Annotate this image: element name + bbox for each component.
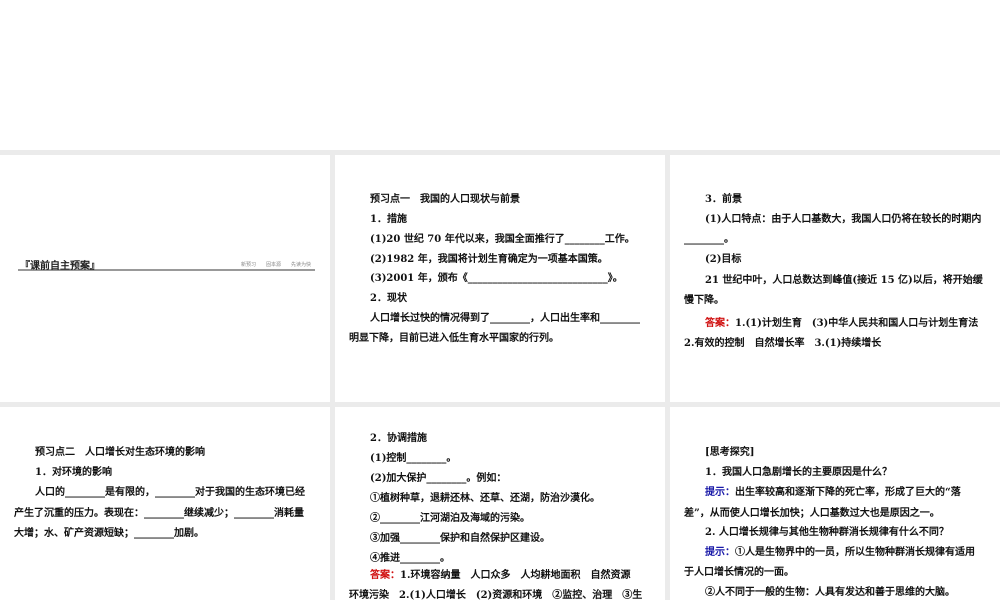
section-title: 『课前自主预案』: [20, 261, 100, 272]
text-line: 大增；水、矿产资源短缺；________加剧。: [14, 528, 204, 539]
text-line: (2)1982 年，我国将计划生育确定为一项基本国策。: [370, 254, 608, 265]
text-line: ③加强________保护和自然保护区建设。: [370, 533, 550, 544]
text-line: (3)2001 年，颁布《___________________________…: [370, 273, 623, 284]
text-line: 2．现状: [370, 293, 407, 304]
hint-label: 提示：: [705, 487, 735, 498]
slide-5[interactable]: 2．协调措施 (1)控制________。 (2)加大保护________。例如…: [335, 407, 665, 600]
text-line: ________。: [684, 234, 734, 245]
slide-6[interactable]: [思考探究] 1．我国人口急剧增长的主要原因是什么？ 提示：出生率较高和逐渐下降…: [670, 407, 1000, 600]
section-title: [思考探究]: [705, 447, 755, 458]
text-line: 21 世纪中叶，人口总数达到峰值(接近 15 亿)以后，将开始缓: [705, 275, 983, 286]
section-header: 『课前自主预案』 新预习 固本源 先读为快: [18, 257, 315, 272]
answer-line: 2.有效的控制 自然增长率 3.(1)持续增长: [684, 338, 882, 349]
text-line: 慢下降。: [684, 295, 724, 306]
section-tags: 新预习 固本源 先读为快: [231, 261, 311, 268]
text-line: ②________江河湖泊及海域的污染。: [370, 513, 530, 524]
text-line: 产生了沉重的压力。表现在：________继续减少；________消耗量: [14, 508, 304, 519]
text-line: (2)目标: [705, 254, 742, 265]
heading: 预习点二 人口增长对生态环境的影响: [35, 447, 205, 458]
text-line: (1)20 世纪 70 年代以来，我国全面推行了________工作。: [370, 234, 635, 245]
hint-line: 差”，从而使人口增长加快；人口基数过大也是原因之一。: [684, 508, 940, 519]
text-line: 明显下降，目前已进入低生育水平国家的行列。: [349, 333, 559, 344]
slide-2[interactable]: 预习点一 我国的人口现状与前景 1．措施 (1)20 世纪 70 年代以来，我国…: [335, 155, 665, 402]
text-line: ①植树种草，退耕还林、还草、还湖，防治沙漠化。: [370, 493, 600, 504]
hint-line: 于人口增长情况的一面。: [684, 567, 794, 578]
text-line: (2)加大保护________。例如：: [370, 473, 507, 484]
tag: 先读为快: [290, 262, 311, 268]
text-line: 2．协调措施: [370, 433, 427, 444]
tag: 固本源: [265, 262, 281, 268]
answer-line: 环境污染 2.(1)人口增长 (2)资源和环境 ②监控、治理 ③生: [349, 590, 643, 600]
slide-3[interactable]: 3．前景 (1)人口特点：由于人口基数大，我国人口仍将在较长的时期内 _____…: [670, 155, 1000, 402]
tag: 新预习: [240, 262, 256, 268]
question: 2. 人口增长规律与其他生物种群消长规律有什么不同？: [705, 527, 949, 538]
top-blank-area: [0, 0, 1000, 150]
hint-line: 提示：出生率较高和逐渐下降的死亡率，形成了巨大的“落: [705, 486, 961, 500]
answer-text: 1.环境容纳量 人口众多 人均耕地面积 自然资源: [400, 570, 631, 581]
slide-4[interactable]: 预习点二 人口增长对生态环境的影响 1．对环境的影响 人口的________是有…: [0, 407, 330, 600]
question: 1．我国人口急剧增长的主要原因是什么？: [705, 467, 892, 478]
text-line: 1．对环境的影响: [35, 467, 112, 478]
heading: 预习点一 我国的人口现状与前景: [370, 194, 520, 205]
answer-text: 1.(1)计划生育 (3)中华人民共和国人口与计划生育法: [735, 318, 979, 329]
answer-line: 答案：1.环境容纳量 人口众多 人均耕地面积 自然资源: [370, 569, 630, 583]
text-line: (1)控制________。: [370, 453, 457, 464]
answer-label: 答案：: [370, 570, 400, 581]
text-line: 人口增长过快的情况得到了________，人口出生率和________: [370, 313, 640, 324]
hint-text: ①人是生物界中的一员，所以生物种群消长规律有适用: [735, 547, 975, 558]
hint-label: 提示：: [705, 547, 735, 558]
text-line: 人口的________是有限的，________对于我国的生态环境已经: [35, 487, 305, 498]
hint-text: 出生率较高和逐渐下降的死亡率，形成了巨大的“落: [735, 487, 961, 498]
slide-1[interactable]: 『课前自主预案』 新预习 固本源 先读为快: [0, 155, 330, 402]
text-line: ④推进________。: [370, 553, 450, 564]
answer-label: 答案：: [705, 318, 735, 329]
text-line: (1)人口特点：由于人口基数大，我国人口仍将在较长的时期内: [705, 214, 982, 225]
text-line: 1．措施: [370, 214, 407, 225]
hint-line: 提示：①人是生物界中的一员，所以生物种群消长规律有适用: [705, 546, 975, 560]
hint-line: ②人不同于一般的生物：人具有发达和善于思维的大脑。: [705, 587, 955, 598]
text-line: 3．前景: [705, 194, 742, 205]
answer-line: 答案：1.(1)计划生育 (3)中华人民共和国人口与计划生育法: [705, 317, 978, 331]
